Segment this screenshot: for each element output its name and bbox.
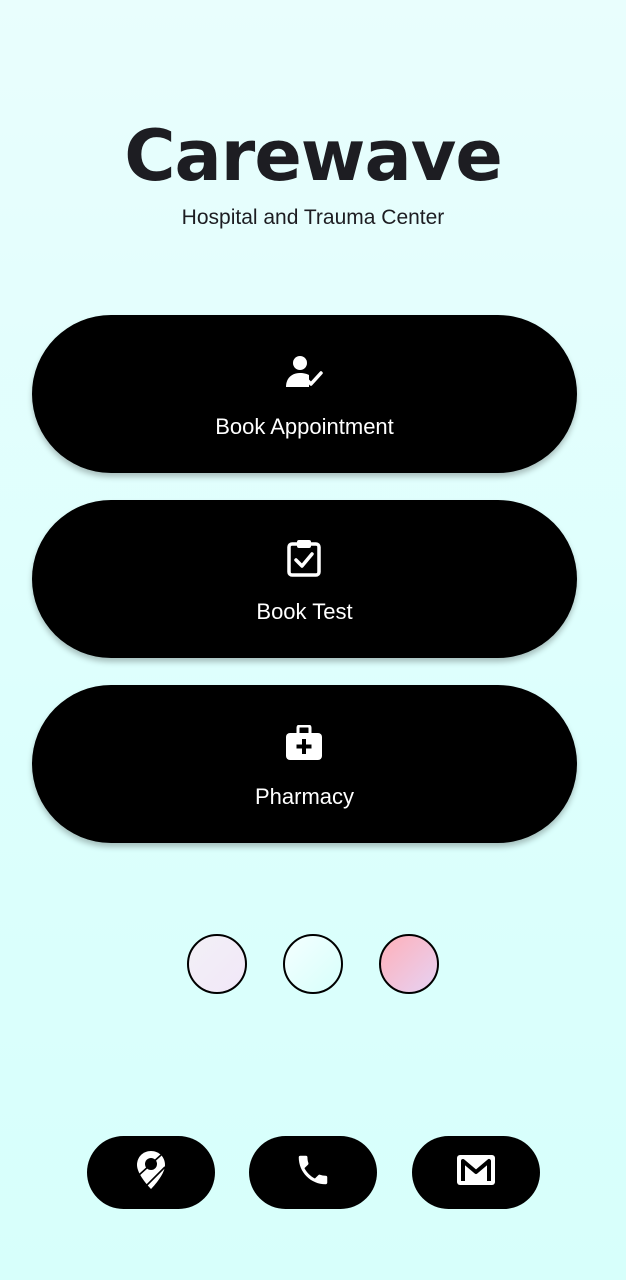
app-title: Carewave xyxy=(124,115,503,197)
pharmacy-button[interactable]: Pharmacy xyxy=(32,685,577,843)
theme-swatches xyxy=(0,934,626,998)
book-appointment-label: Book Appointment xyxy=(215,414,394,439)
clipboard-check-icon xyxy=(282,538,326,578)
pharmacy-label: Pharmacy xyxy=(254,784,355,809)
medical-bag-icon xyxy=(282,723,326,763)
phone-icon xyxy=(294,1151,332,1194)
theme-swatch-rose[interactable] xyxy=(379,934,439,994)
book-appointment-button[interactable]: Book Appointment xyxy=(32,315,577,473)
header: Carewave Hospital and Trauma Center xyxy=(0,112,626,232)
mail-icon xyxy=(455,1153,497,1192)
person-check-icon xyxy=(282,353,326,393)
location-button[interactable] xyxy=(87,1136,215,1209)
book-test-button[interactable]: Book Test xyxy=(32,500,577,658)
app-subtitle: Hospital and Trauma Center xyxy=(181,206,445,229)
contact-bar xyxy=(0,1136,626,1209)
location-pin-icon xyxy=(135,1149,167,1196)
book-test-label: Book Test xyxy=(256,599,353,624)
main-menu: Book Appointment Book Test Pharmacy xyxy=(32,315,577,845)
call-button[interactable] xyxy=(249,1136,377,1209)
theme-swatch-aqua[interactable] xyxy=(283,934,343,994)
theme-swatch-lavender[interactable] xyxy=(187,934,247,994)
email-button[interactable] xyxy=(412,1136,540,1209)
